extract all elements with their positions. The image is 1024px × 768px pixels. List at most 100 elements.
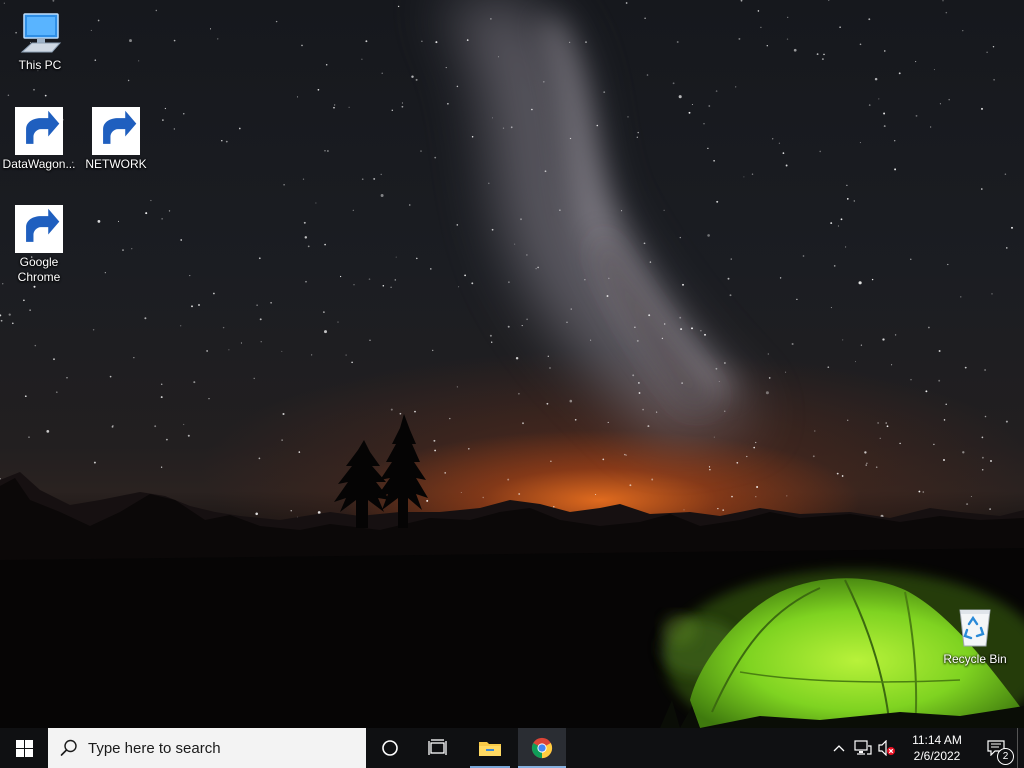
star bbox=[305, 280, 307, 283]
desktop-icon-google-chrome[interactable]: Google Chrome bbox=[1, 205, 77, 285]
star bbox=[127, 79, 130, 82]
star bbox=[713, 159, 715, 162]
clock[interactable]: 11:14 AM 2/6/2022 bbox=[899, 732, 975, 764]
star bbox=[713, 436, 715, 438]
star bbox=[837, 225, 839, 227]
star bbox=[962, 451, 965, 454]
star bbox=[875, 466, 878, 468]
network-tray-button[interactable] bbox=[851, 728, 875, 768]
desktop-icon-recycle-bin[interactable]: Recycle Bin bbox=[937, 602, 1013, 667]
star bbox=[991, 293, 993, 295]
desktop-icon-label: Google Chrome bbox=[17, 255, 61, 284]
show-desktop-button[interactable] bbox=[1017, 728, 1024, 768]
star bbox=[380, 194, 384, 197]
star bbox=[94, 59, 97, 61]
star bbox=[315, 202, 317, 204]
star bbox=[715, 367, 718, 370]
star bbox=[395, 256, 397, 258]
star bbox=[304, 236, 308, 239]
star bbox=[217, 38, 219, 40]
star bbox=[518, 493, 521, 495]
star bbox=[574, 418, 577, 421]
star bbox=[823, 53, 825, 56]
star bbox=[307, 245, 310, 248]
star bbox=[886, 425, 889, 428]
action-center-button[interactable]: 2 bbox=[975, 728, 1017, 768]
taskbar-app-google-chrome[interactable] bbox=[518, 728, 566, 768]
star bbox=[432, 349, 434, 352]
star bbox=[981, 468, 984, 471]
star bbox=[846, 198, 849, 200]
star bbox=[756, 486, 759, 488]
star bbox=[24, 395, 27, 398]
star bbox=[11, 322, 14, 325]
show-hidden-icons-button[interactable] bbox=[827, 728, 851, 768]
desktop[interactable]: This PC DataWagon... NETWORK Google Chro… bbox=[0, 0, 1024, 768]
star bbox=[281, 439, 283, 441]
star bbox=[471, 135, 474, 138]
star bbox=[709, 469, 711, 471]
star bbox=[746, 455, 748, 458]
star bbox=[569, 399, 573, 403]
star bbox=[691, 103, 693, 106]
star bbox=[369, 339, 371, 341]
desktop-icon-this-pc[interactable]: This PC bbox=[2, 8, 78, 73]
star bbox=[990, 460, 992, 462]
star bbox=[397, 5, 400, 8]
star bbox=[414, 410, 416, 413]
star bbox=[467, 447, 470, 450]
star bbox=[786, 38, 789, 40]
star bbox=[337, 321, 339, 323]
cortana-button[interactable] bbox=[366, 728, 414, 768]
star bbox=[664, 323, 666, 325]
star bbox=[550, 460, 552, 462]
star bbox=[596, 124, 599, 127]
star bbox=[928, 326, 930, 329]
star bbox=[964, 366, 967, 369]
star bbox=[755, 496, 757, 498]
star bbox=[456, 85, 459, 88]
taskbar-app-file-explorer[interactable] bbox=[466, 728, 514, 768]
star bbox=[92, 329, 95, 331]
desktop-icon-label: DataWagon... bbox=[2, 157, 76, 171]
star bbox=[740, 0, 743, 2]
star bbox=[259, 318, 262, 321]
star bbox=[646, 74, 649, 76]
star bbox=[859, 43, 862, 46]
search-input[interactable]: Type here to search bbox=[48, 728, 366, 768]
star bbox=[522, 422, 524, 425]
desktop-icon-label: Recycle Bin bbox=[943, 652, 1007, 666]
star bbox=[409, 204, 411, 206]
star bbox=[638, 392, 641, 394]
star bbox=[361, 178, 364, 181]
star bbox=[491, 117, 494, 119]
star bbox=[981, 107, 983, 110]
star bbox=[891, 364, 893, 366]
star bbox=[738, 37, 741, 40]
star bbox=[839, 26, 841, 28]
star bbox=[703, 123, 705, 125]
desktop-icon-datawagon[interactable]: DataWagon... bbox=[1, 107, 77, 172]
volume-tray-button[interactable] bbox=[875, 728, 899, 768]
star bbox=[390, 286, 392, 288]
folder-icon bbox=[479, 742, 501, 756]
star bbox=[189, 275, 191, 277]
star bbox=[208, 398, 210, 400]
star bbox=[144, 317, 147, 320]
star bbox=[490, 18, 492, 20]
task-view-button[interactable] bbox=[414, 728, 462, 768]
star bbox=[228, 349, 230, 351]
star bbox=[584, 279, 586, 281]
star bbox=[858, 281, 862, 285]
star bbox=[753, 446, 755, 449]
desktop-icon-network[interactable]: NETWORK bbox=[78, 107, 154, 172]
star bbox=[510, 126, 513, 129]
star bbox=[638, 382, 640, 384]
star bbox=[970, 495, 972, 498]
star bbox=[433, 439, 436, 442]
star bbox=[333, 106, 335, 109]
star bbox=[34, 344, 37, 347]
star bbox=[877, 422, 879, 424]
star bbox=[491, 228, 494, 231]
start-button[interactable] bbox=[0, 728, 48, 768]
